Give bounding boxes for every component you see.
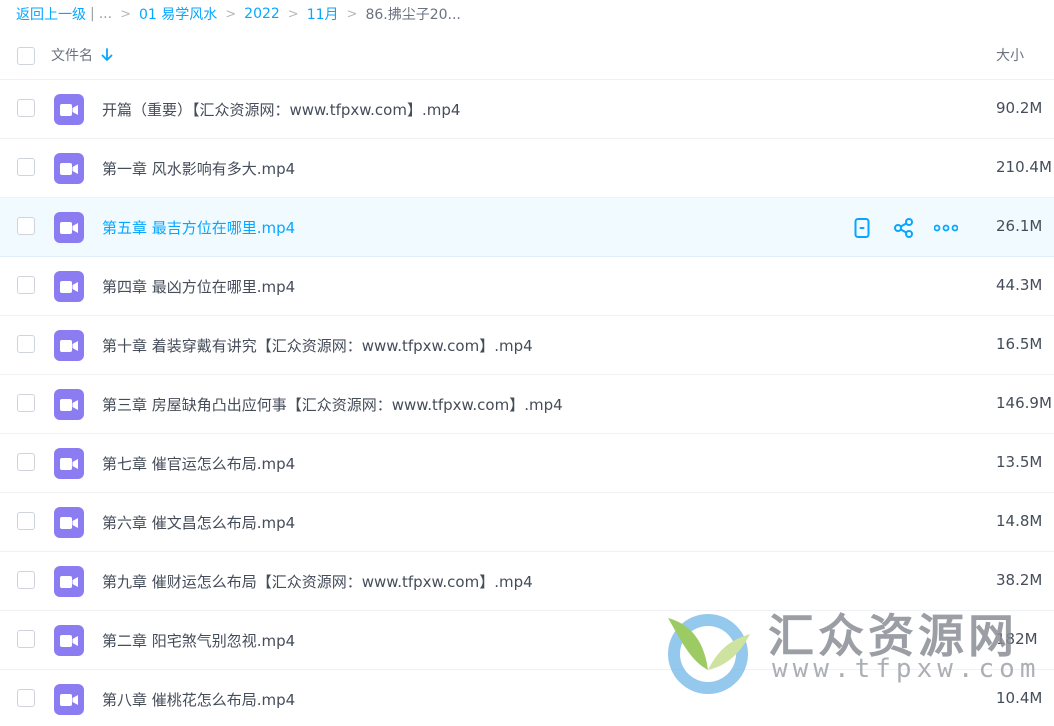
file-checkbox[interactable] <box>17 217 35 235</box>
file-size: 13.5M <box>996 453 1043 471</box>
back-link[interactable]: 返回上一级 <box>16 4 86 24</box>
video-file-icon <box>54 566 84 597</box>
row-actions <box>850 217 958 239</box>
breadcrumb-divider: | <box>90 6 95 22</box>
file-name[interactable]: 第三章 房屋缺角凸出应何事【汇众资源网：www.tfpxw.com】.mp4 <box>102 394 563 415</box>
file-name[interactable]: 第九章 催财运怎么布局【汇众资源网：www.tfpxw.com】.mp4 <box>102 571 533 592</box>
file-checkbox[interactable] <box>17 453 35 471</box>
file-name[interactable]: 第二章 阳宅煞气别忽视.mp4 <box>102 630 295 651</box>
file-name[interactable]: 第七章 催官运怎么布局.mp4 <box>102 453 295 474</box>
file-row[interactable]: 第九章 催财运怎么布局【汇众资源网：www.tfpxw.com】.mp4 38.2… <box>0 552 1054 611</box>
file-row[interactable]: 开篇（重要）【汇众资源网：www.tfpxw.com】.mp4 90.2M <box>0 80 1054 139</box>
file-checkbox[interactable] <box>17 571 35 589</box>
file-row[interactable]: 第十章 着装穿戴有讲究【汇众资源网：www.tfpxw.com】.mp4 16.5… <box>0 316 1054 375</box>
file-checkbox[interactable] <box>17 276 35 294</box>
file-size: 38.2M <box>996 571 1043 589</box>
breadcrumb-item-month[interactable]: 11月 <box>307 4 339 24</box>
sort-by-name-button[interactable]: 文件名 <box>51 45 113 65</box>
file-size: 90.2M <box>996 99 1043 117</box>
name-column-label: 文件名 <box>51 48 93 64</box>
file-checkbox[interactable] <box>17 158 35 176</box>
file-size: 16.5M <box>996 335 1043 353</box>
file-size: 44.3M <box>996 276 1043 294</box>
file-checkbox[interactable] <box>17 689 35 707</box>
chevron-right-icon: > <box>346 6 358 22</box>
file-name[interactable]: 开篇（重要）【汇众资源网：www.tfpxw.com】.mp4 <box>102 99 460 120</box>
video-file-icon <box>54 330 84 361</box>
chevron-right-icon: > <box>287 6 299 22</box>
file-checkbox[interactable] <box>17 335 35 353</box>
file-size: 26.1M <box>996 217 1043 235</box>
file-row[interactable]: 第二章 阳宅煞气别忽视.mp4 182M <box>0 611 1054 670</box>
file-checkbox[interactable] <box>17 630 35 648</box>
video-file-icon <box>54 448 84 479</box>
file-row[interactable]: 第三章 房屋缺角凸出应何事【汇众资源网：www.tfpxw.com】.mp4 14… <box>0 375 1054 434</box>
breadcrumb-item-year[interactable]: 2022 <box>244 6 280 22</box>
file-list-header: 文件名 大小 <box>0 30 1054 80</box>
breadcrumb-current: 86.拂尘子20... <box>365 7 461 23</box>
file-row[interactable]: 第一章 风水影响有多大.mp4 210.4M <box>0 139 1054 198</box>
file-name[interactable]: 第一章 风水影响有多大.mp4 <box>102 158 295 179</box>
file-list: 开篇（重要）【汇众资源网：www.tfpxw.com】.mp4 90.2M 第一章 … <box>0 80 1054 726</box>
file-checkbox[interactable] <box>17 394 35 412</box>
chevron-right-icon: > <box>225 6 237 22</box>
more-icon[interactable] <box>934 217 958 239</box>
file-name[interactable]: 第六章 催文昌怎么布局.mp4 <box>102 512 295 533</box>
phone-icon[interactable] <box>850 217 874 239</box>
select-all-checkbox[interactable] <box>17 47 35 65</box>
size-column-label[interactable]: 大小 <box>996 45 1024 65</box>
file-row[interactable]: 第四章 最凶方位在哪里.mp4 44.3M <box>0 257 1054 316</box>
video-file-icon <box>54 153 84 184</box>
file-row[interactable]: 第八章 催桃花怎么布局.mp4 10.4M <box>0 670 1054 726</box>
file-checkbox[interactable] <box>17 512 35 530</box>
file-name[interactable]: 第四章 最凶方位在哪里.mp4 <box>102 276 295 297</box>
file-name[interactable]: 第八章 催桃花怎么布局.mp4 <box>102 689 295 710</box>
sort-down-arrow-icon <box>101 48 113 62</box>
file-row[interactable]: 第七章 催官运怎么布局.mp4 13.5M <box>0 434 1054 493</box>
share-icon[interactable] <box>892 217 916 239</box>
video-file-icon <box>54 625 84 656</box>
file-name[interactable]: 第五章 最吉方位在哪里.mp4 <box>102 217 295 238</box>
file-size: 10.4M <box>996 689 1043 707</box>
file-size: 210.4M <box>996 158 1052 176</box>
file-row[interactable]: 第六章 催文昌怎么布局.mp4 14.8M <box>0 493 1054 552</box>
video-file-icon <box>54 389 84 420</box>
video-file-icon <box>54 684 84 715</box>
file-checkbox[interactable] <box>17 99 35 117</box>
video-file-icon <box>54 271 84 302</box>
breadcrumb-item-folder[interactable]: 01 易学风水 <box>139 4 217 24</box>
breadcrumb: 返回上一级 | ... > 01 易学风水 > 2022 > 11月 > 86.… <box>16 4 461 24</box>
file-name[interactable]: 第十章 着装穿戴有讲究【汇众资源网：www.tfpxw.com】.mp4 <box>102 335 533 356</box>
file-row[interactable]: 第五章 最吉方位在哪里.mp4 26.1M <box>0 198 1054 257</box>
file-size: 182M <box>996 630 1038 648</box>
file-size: 14.8M <box>996 512 1043 530</box>
file-size: 146.9M <box>996 394 1052 412</box>
breadcrumb-ellipsis[interactable]: ... <box>99 6 112 22</box>
video-file-icon <box>54 212 84 243</box>
chevron-right-icon: > <box>120 6 131 22</box>
video-file-icon <box>54 94 84 125</box>
video-file-icon <box>54 507 84 538</box>
